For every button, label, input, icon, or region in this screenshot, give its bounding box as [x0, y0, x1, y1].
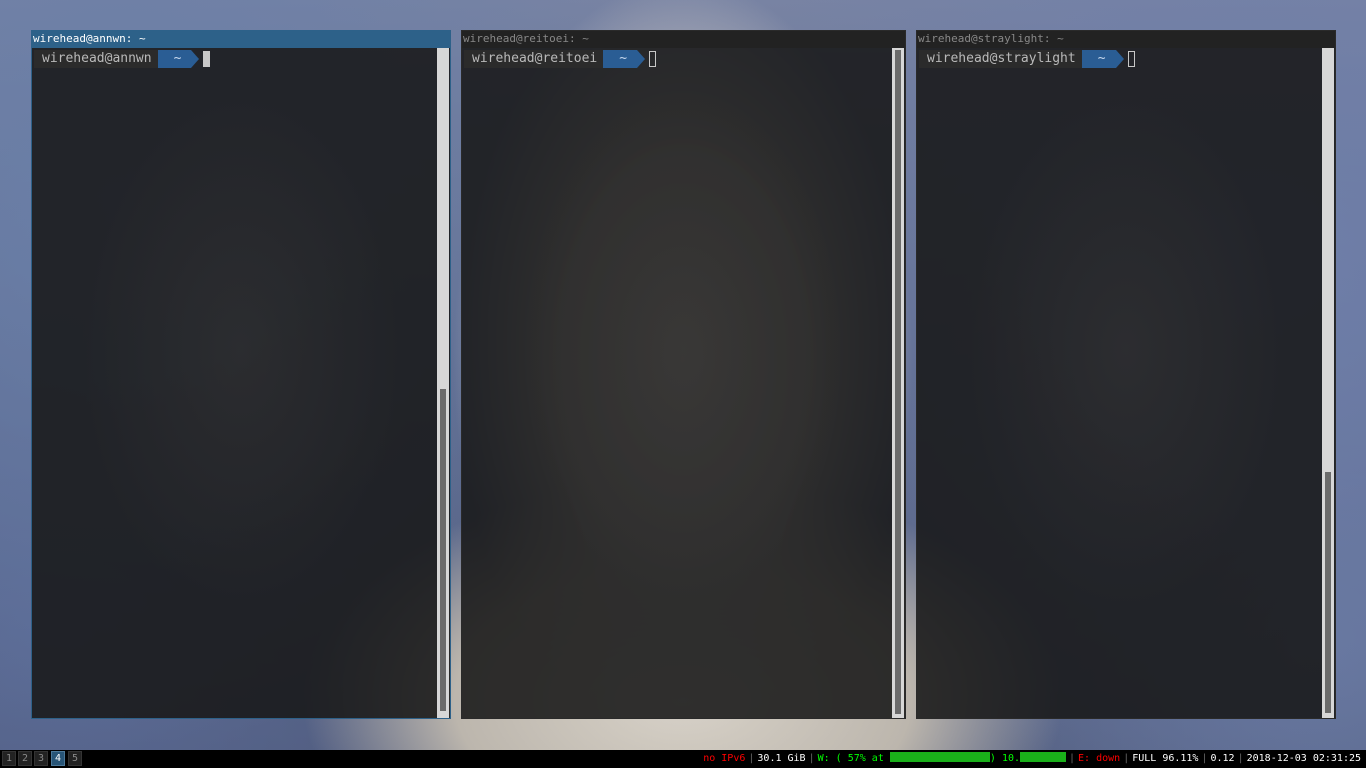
wifi-prefix: W: ( 57% at — [817, 753, 884, 764]
status-datetime: 2018-12-03 02:31:25 — [1246, 753, 1361, 764]
prompt-user-host: wirehead@straylight — [919, 50, 1090, 68]
scrollbar[interactable] — [892, 48, 904, 718]
terminal-shade — [32, 48, 450, 718]
redacted-ip — [1020, 752, 1066, 762]
status-disk: 30.1 GiB — [757, 753, 806, 764]
workspace-5-button[interactable]: 5 — [68, 751, 82, 766]
status-bar: 1 2 3 4 5 no IPv6 | 30.1 GiB | W: ( 57% … — [0, 750, 1366, 768]
status-ethernet: E: down — [1078, 753, 1121, 764]
scrollbar[interactable] — [1322, 48, 1334, 718]
workspace-3-button[interactable]: 3 — [34, 751, 48, 766]
scrollbar-thumb[interactable] — [895, 50, 901, 714]
shell-prompt: wirehead@annwn ~ — [34, 50, 211, 68]
text-cursor — [203, 51, 211, 67]
prompt-user-host: wirehead@reitoei — [464, 50, 612, 68]
text-cursor — [1127, 51, 1135, 67]
redacted-ssid — [889, 752, 990, 762]
shell-prompt: wirehead@straylight ~ — [919, 50, 1135, 68]
shell-prompt: wirehead@reitoei ~ — [464, 50, 657, 68]
workspace-1-button[interactable]: 1 — [2, 751, 16, 766]
status-ipv6: no IPv6 — [703, 753, 746, 764]
terminal-area[interactable]: wirehead@straylight ~ — [917, 48, 1335, 718]
terminal-area[interactable]: wirehead@reitoei ~ — [462, 48, 905, 718]
terminal-window-straylight[interactable]: wirehead@straylight: ~ wirehead@straylig… — [916, 30, 1336, 719]
window-title[interactable]: wirehead@straylight: ~ — [917, 31, 1335, 48]
workspace-4-button[interactable]: 4 — [51, 751, 65, 766]
status-battery: FULL 96.11% — [1132, 753, 1199, 764]
window-title[interactable]: wirehead@annwn: ~ — [32, 31, 450, 48]
workspace-2-button[interactable]: 2 — [18, 751, 32, 766]
terminal-window-reitoei[interactable]: wirehead@reitoei: ~ wirehead@reitoei ~ — [461, 30, 906, 719]
scrollbar-thumb[interactable] — [1325, 472, 1331, 713]
text-cursor — [649, 51, 657, 67]
scrollbar[interactable] — [437, 48, 449, 718]
i3status-line: no IPv6 | 30.1 GiB | W: ( 57% at ) 10. |… — [700, 750, 1364, 768]
prompt-user-host: wirehead@annwn — [34, 50, 166, 68]
terminal-shade — [462, 48, 905, 718]
status-wifi: W: ( 57% at ) 10. — [815, 750, 1069, 768]
terminal-window-annwn[interactable]: wirehead@annwn: ~ wirehead@annwn ~ — [31, 30, 451, 719]
terminal-shade — [917, 48, 1335, 718]
status-load: 0.12 — [1210, 753, 1235, 764]
wifi-paren: ) — [989, 753, 996, 764]
wifi-ip: 10. — [1001, 753, 1020, 764]
prompt-directory: ~ — [157, 50, 200, 68]
scrollbar-thumb[interactable] — [440, 389, 446, 711]
desktop-wallpaper: wirehead@annwn: ~ wirehead@annwn ~ wireh… — [0, 0, 1366, 750]
prompt-directory: ~ — [1081, 50, 1124, 68]
terminal-area[interactable]: wirehead@annwn ~ — [32, 48, 450, 718]
window-title[interactable]: wirehead@reitoei: ~ — [462, 31, 905, 48]
prompt-directory: ~ — [603, 50, 645, 68]
